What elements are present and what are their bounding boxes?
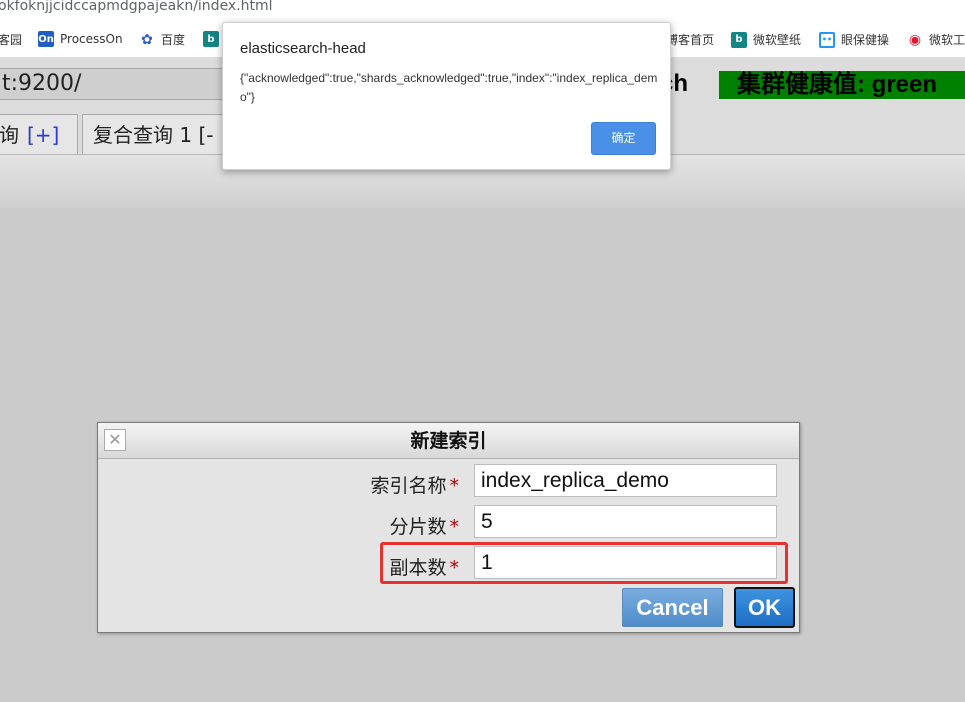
bookmark-label: 眼保健操 [841, 33, 890, 47]
bookmark-processon[interactable]: On ProcessOn [38, 31, 123, 47]
bookmark-blog-home[interactable]: 博客首页 [666, 31, 714, 48]
tab-label: 复合查询 1 [93, 123, 193, 147]
bookmark-label: 微软工 [929, 33, 965, 47]
required-marker: * [449, 516, 460, 538]
bookmark-eye-exercise[interactable]: •• 眼保健操 [819, 31, 889, 48]
remove-tab-button[interactable]: [- [198, 123, 213, 147]
address-bar[interactable]: okfoknjjcidccapmdgpajeakn/index.html [0, 0, 965, 22]
alert-confirm-button[interactable]: 确定 [591, 122, 656, 155]
tab-compound-query[interactable]: 复合查询 1 [- [82, 114, 242, 154]
tab-label: 询 [0, 123, 19, 147]
alert-title: elasticsearch-head [240, 40, 366, 57]
cancel-button[interactable]: Cancel [622, 588, 723, 627]
bookmark-label: 博客首页 [666, 33, 715, 47]
new-index-dialog: 新建索引 ✕ 索引名称 * index_replica_demo 分片数 * 5 副… [97, 422, 800, 633]
close-icon[interactable]: ✕ [104, 429, 126, 451]
bookmark-ms-wallpaper[interactable]: b 微软壁纸 [731, 31, 801, 48]
bookmark-label: ProcessOn [60, 32, 123, 46]
bookmark-ms-tools[interactable]: ◉ 微软工 [907, 31, 965, 48]
ok-button[interactable]: OK [734, 587, 795, 628]
field-label-text: 分片数 [389, 516, 447, 538]
tab-basic-query[interactable]: 询 [+] [0, 114, 78, 154]
bookmark-cnblogs[interactable]: 客园 [0, 31, 22, 48]
replicas-label: 副本数 * [389, 553, 459, 580]
bookmark-label: 百度 [161, 33, 186, 47]
required-marker: * [449, 557, 460, 579]
bing-icon: b [731, 31, 747, 48]
field-label-text: 索引名称 [370, 475, 447, 497]
bookmark-baidu[interactable]: ✿ 百度 [139, 31, 185, 48]
alert-dialog: elasticsearch-head {"acknowledged":true,… [222, 22, 671, 170]
alert-message: {"acknowledged":true,"shards_acknowledge… [240, 71, 658, 104]
field-label-text: 副本数 [389, 557, 447, 579]
replicas-input[interactable]: 1 [474, 546, 777, 579]
cluster-health-badge: 集群健康值: green [719, 71, 965, 99]
shards-label: 分片数 * [389, 512, 459, 539]
address-url: okfoknjjcidccapmdgpajeakn/index.html [0, 0, 273, 14]
bookmark-label: 客园 [0, 33, 23, 47]
dialog-title: 新建索引 [98, 423, 799, 459]
bing-icon: b [203, 31, 219, 47]
weibo-icon: ◉ [908, 31, 922, 48]
bilibili-icon: •• [819, 31, 835, 48]
bookmark-bing[interactable]: b [203, 31, 219, 47]
index-name-input[interactable]: index_replica_demo [474, 464, 777, 497]
bookmark-label: 微软壁纸 [753, 33, 802, 47]
add-tab-button[interactable]: [+] [27, 123, 59, 147]
required-marker: * [449, 475, 460, 497]
baidu-paw-icon: ✿ [141, 31, 153, 48]
index-name-label: 索引名称 * [370, 471, 459, 498]
shards-input[interactable]: 5 [474, 505, 777, 538]
processon-icon: On [38, 31, 54, 47]
